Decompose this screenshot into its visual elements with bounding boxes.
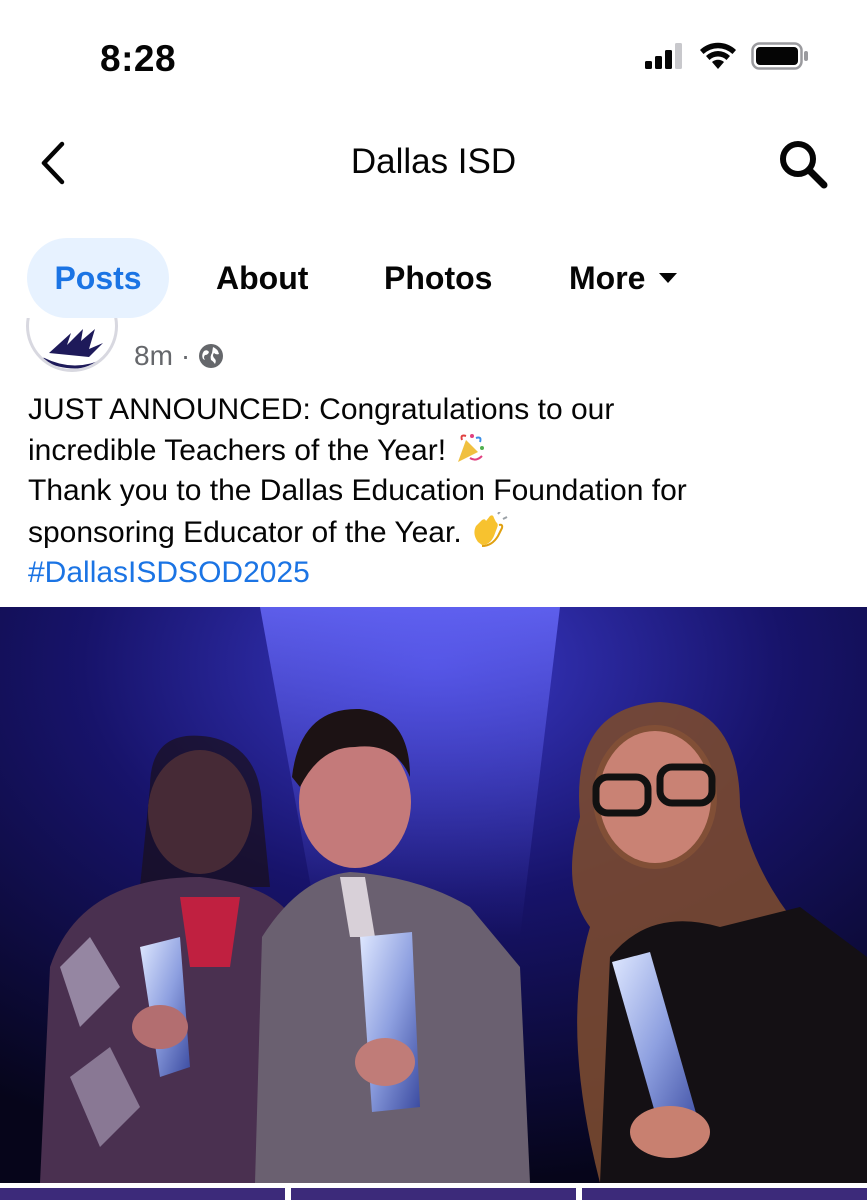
search-icon [780,141,828,189]
post-text-line-with-emoji: sponsoring Educator of the Year. [28,511,848,554]
clapping-hands-icon [474,511,508,547]
post-text-line-with-emoji: incredible Teachers of the Year! [28,431,848,472]
post-meta-row: 8m · [134,340,224,372]
post-timestamp[interactable]: 8m [134,340,173,372]
tab-posts[interactable]: Posts [27,238,169,318]
tab-more[interactable]: More [541,238,705,318]
confetti-popper-icon [458,433,485,462]
dallas-isd-logo-icon [42,329,108,369]
search-button[interactable] [777,138,831,192]
photo-three-teachers-holding-trophies-icon [0,607,867,1183]
meta-separator: · [180,340,191,371]
page-title: Dallas ISD [350,142,517,181]
tab-label: About [216,259,309,296]
profile-tabs: Posts About Photos More [0,238,867,318]
tab-photos[interactable]: Photos [356,238,520,318]
photo-thumbnail[interactable] [0,1188,285,1200]
tab-label: More [569,259,646,296]
post-body: JUST ANNOUNCED: Congratulations to our i… [28,390,848,594]
photo-thumbnails [0,1188,867,1200]
status-icons [645,42,809,70]
photo-thumbnail[interactable] [291,1188,576,1200]
wifi-icon [700,42,736,69]
tab-label: Posts [54,259,142,296]
post-photo[interactable] [0,607,867,1183]
photo-thumbnail[interactable] [582,1188,867,1200]
battery-icon [751,42,808,70]
navigation-bar: Dallas ISD [0,118,867,213]
post-text-line: JUST ANNOUNCED: Congratulations to our [28,393,615,426]
post-header: 8m · [0,318,867,378]
post-text-line: Thank you to the Dallas Education Founda… [28,474,687,507]
post-text-line: incredible Teachers of the Year! [28,433,447,467]
globe-icon [199,344,224,368]
status-time: 8:28 [100,38,177,79]
caret-down-icon [659,273,678,283]
tab-label: Photos [384,259,493,296]
tab-about[interactable]: About [188,238,336,318]
avatar[interactable] [26,318,118,372]
signal-icon [645,43,682,69]
post-text-line: sponsoring Educator of the Year. [28,515,462,549]
hashtag-link[interactable]: #DallasISDSOD2025 [28,553,848,594]
status-bar: 8:28 [0,0,867,118]
